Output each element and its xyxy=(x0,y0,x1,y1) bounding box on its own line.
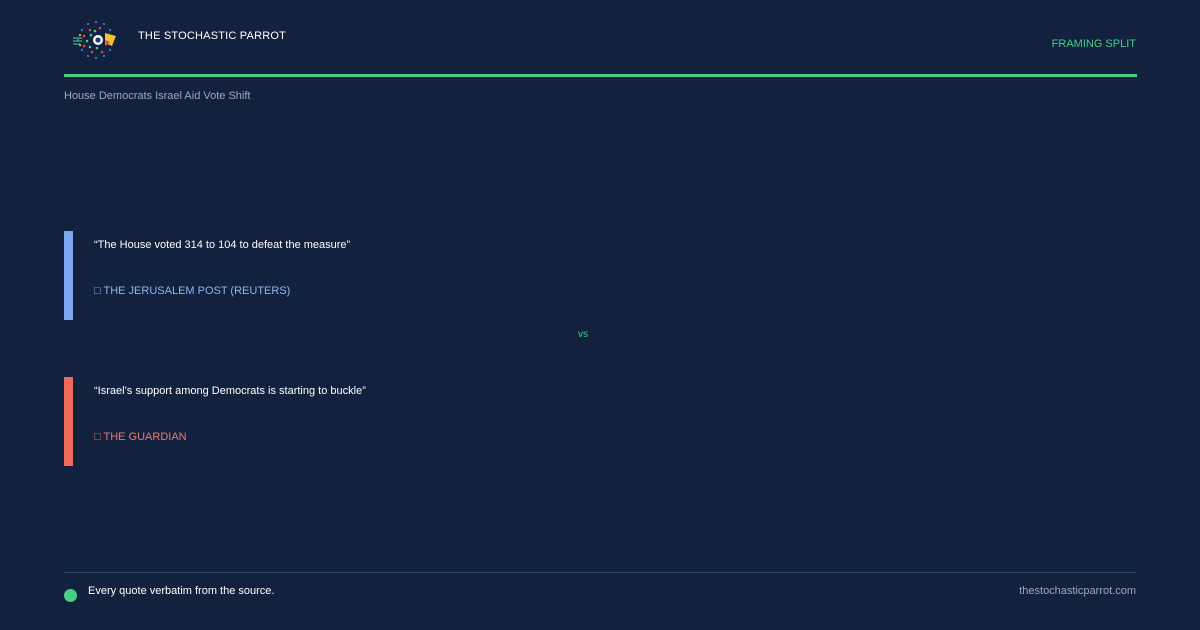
footer-rule xyxy=(64,572,1137,573)
status-dot-icon xyxy=(64,589,77,602)
site-url: thestochasticparrot.com xyxy=(1019,585,1136,597)
quote-text: “Israel’s support among Democrats is sta… xyxy=(94,385,366,397)
quote-accent-bar xyxy=(64,231,73,320)
story-title: House Democrats Israel Aid Vote Shift xyxy=(64,90,251,102)
brand-name: THE STOCHASTIC PARROT xyxy=(138,30,287,42)
share-card: THE STOCHASTIC PARROT FRAMING SPLIT Hous… xyxy=(0,0,1200,630)
quote-accent-bar xyxy=(64,377,73,466)
quote-card-jerusalem-post: “The House voted 314 to 104 to defeat th… xyxy=(64,231,664,320)
footer-note: Every quote verbatim from the source. xyxy=(88,585,275,597)
versus-label: vs xyxy=(578,329,588,340)
framing-split-label: FRAMING SPLIT xyxy=(1051,38,1136,50)
quote-source: □ THE GUARDIAN xyxy=(94,431,187,443)
quote-text: “The House voted 314 to 104 to defeat th… xyxy=(94,239,351,251)
quote-card-guardian: “Israel’s support among Democrats is sta… xyxy=(64,377,664,466)
header-rule xyxy=(64,74,1137,77)
quote-source: □ THE JERUSALEM POST (REUTERS) xyxy=(94,285,291,297)
parrot-logo-icon xyxy=(73,20,116,60)
